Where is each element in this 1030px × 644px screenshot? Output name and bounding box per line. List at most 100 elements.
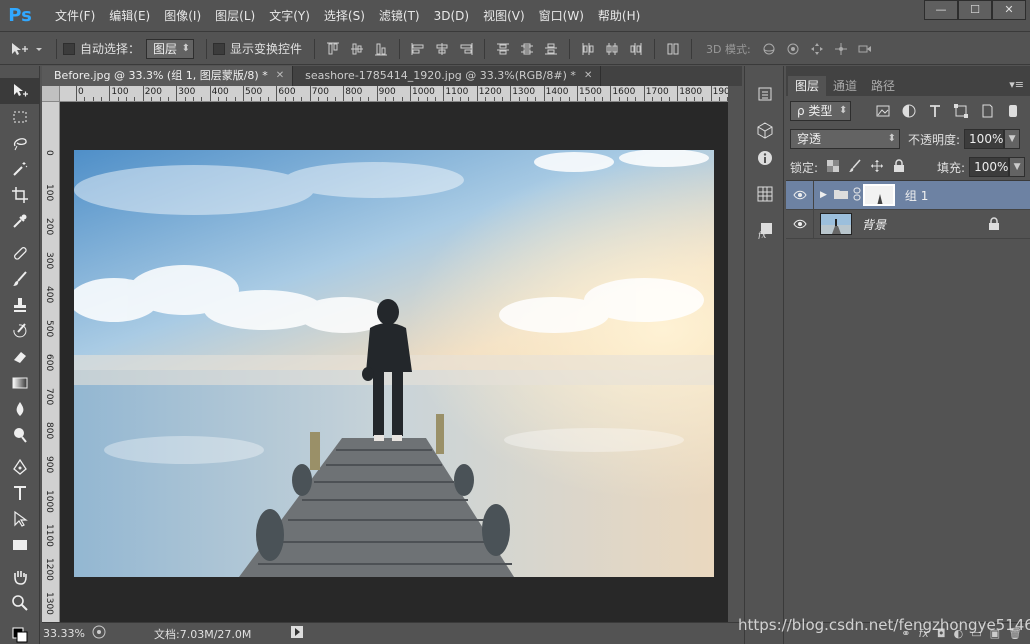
layer-name[interactable]: 组 1 xyxy=(905,187,928,204)
clone-stamp-tool-icon[interactable] xyxy=(0,292,40,318)
layer-name[interactable]: 背景 xyxy=(862,216,886,233)
eyedropper-tool-icon[interactable] xyxy=(0,208,40,234)
healing-brush-tool-icon[interactable] xyxy=(0,240,40,266)
layer-lock-icon[interactable] xyxy=(988,217,1000,234)
close-icon[interactable]: ✕ xyxy=(584,66,592,86)
history-brush-tool-icon[interactable] xyxy=(0,318,40,344)
distribute-bottom-icon[interactable] xyxy=(543,41,559,57)
restore-button[interactable]: ☐ xyxy=(958,0,992,20)
menu-edit[interactable]: 编辑(E) xyxy=(102,5,157,27)
menu-window[interactable]: 窗口(W) xyxy=(532,5,591,27)
eraser-tool-icon[interactable] xyxy=(0,344,40,370)
ruler-corner[interactable] xyxy=(42,86,60,102)
mask-link-icon[interactable] xyxy=(853,187,861,204)
magic-wand-tool-icon[interactable] xyxy=(0,156,40,182)
blur-tool-icon[interactable] xyxy=(0,396,40,422)
menu-image[interactable]: 图像(I) xyxy=(157,5,208,27)
smart-object-filter-icon[interactable] xyxy=(979,103,995,119)
doc-tab-seashore[interactable]: seashore-1785414_1920.jpg @ 33.3%(RGB/8#… xyxy=(293,66,602,86)
menu-3d[interactable]: 3D(D) xyxy=(427,5,476,27)
adjustment-filter-icon[interactable] xyxy=(901,103,917,119)
lock-all-icon[interactable] xyxy=(892,159,908,175)
crop-tool-icon[interactable] xyxy=(0,182,40,208)
history-panel-icon[interactable] xyxy=(745,80,785,108)
3d-slide-icon[interactable] xyxy=(833,41,849,57)
menu-filter[interactable]: 滤镜(T) xyxy=(372,5,427,27)
move-tool-preset-icon[interactable] xyxy=(8,41,44,57)
hand-tool-icon[interactable] xyxy=(0,564,40,590)
lock-pixels-icon[interactable] xyxy=(848,159,864,175)
expand-arrow-icon[interactable]: ▶ xyxy=(820,190,827,200)
menu-type[interactable]: 文字(Y) xyxy=(262,5,317,27)
distribute-left-icon[interactable] xyxy=(580,41,596,57)
color-swatches-icon[interactable] xyxy=(0,622,40,644)
menu-view[interactable]: 视图(V) xyxy=(476,5,532,27)
ruler-left[interactable]: 0 100 200 300 400 500 600 700 800 900 1000 1100 1200… xyxy=(42,102,60,622)
align-vcenter-icon[interactable] xyxy=(349,41,365,57)
auto-align-icon[interactable] xyxy=(665,41,681,57)
styles-panel-icon[interactable]: fx xyxy=(745,216,785,244)
3d-roll-icon[interactable] xyxy=(785,41,801,57)
opacity-arrow-icon[interactable]: ▼ xyxy=(1004,129,1021,149)
info-panel-icon[interactable] xyxy=(745,144,785,172)
shape-filter-icon[interactable] xyxy=(953,103,969,119)
menu-select[interactable]: 选择(S) xyxy=(317,5,372,27)
auto-select-dropdown[interactable]: 图层 xyxy=(146,38,195,59)
zoom-level[interactable]: 33.33% xyxy=(42,627,86,640)
marquee-tool-icon[interactable] xyxy=(0,104,40,130)
distribute-hcenter-icon[interactable] xyxy=(604,41,620,57)
swatches-panel-icon[interactable] xyxy=(745,180,785,208)
minimize-button[interactable]: — xyxy=(924,0,958,20)
show-transform-checkbox[interactable] xyxy=(213,42,226,55)
tab-paths[interactable]: 路径 xyxy=(864,76,902,96)
menu-file[interactable]: 文件(F) xyxy=(48,5,102,27)
lasso-tool-icon[interactable] xyxy=(0,130,40,156)
3d-rotate-icon[interactable] xyxy=(761,41,777,57)
layer-filter-select[interactable]: ρ 类型 xyxy=(790,101,852,121)
path-selection-tool-icon[interactable] xyxy=(0,506,40,532)
fill-arrow-icon[interactable]: ▼ xyxy=(1009,157,1026,177)
gradient-tool-icon[interactable] xyxy=(0,370,40,396)
align-right-icon[interactable] xyxy=(458,41,474,57)
lock-position-icon[interactable] xyxy=(870,159,886,175)
dodge-tool-icon[interactable] xyxy=(0,422,40,448)
filter-toggle-icon[interactable] xyxy=(1005,103,1021,119)
visibility-eye-icon[interactable] xyxy=(786,180,814,210)
layer-row-background[interactable]: 背景 xyxy=(786,209,1030,239)
rectangle-tool-icon[interactable] xyxy=(0,532,40,558)
distribute-vcenter-icon[interactable] xyxy=(519,41,535,57)
layer-mask-thumbnail[interactable] xyxy=(862,184,895,206)
blend-mode-select[interactable]: 穿透 xyxy=(790,129,900,149)
status-info-icon[interactable] xyxy=(92,625,106,642)
auto-select-checkbox[interactable] xyxy=(63,42,75,55)
panel-menu-icon[interactable]: ▾≡ xyxy=(1009,78,1024,91)
3d-panel-icon[interactable] xyxy=(745,116,785,144)
distribute-top-icon[interactable] xyxy=(495,41,511,57)
align-hcenter-icon[interactable] xyxy=(434,41,450,57)
close-button[interactable]: ✕ xyxy=(992,0,1026,20)
fill-input[interactable]: 100% xyxy=(969,157,1010,177)
doc-tab-before[interactable]: Before.jpg @ 33.3% (组 1, 图层蒙版/8) * ✕ xyxy=(42,66,294,86)
align-top-icon[interactable] xyxy=(325,41,341,57)
type-filter-icon[interactable] xyxy=(927,103,943,119)
close-icon[interactable]: ✕ xyxy=(276,66,284,86)
document-image[interactable] xyxy=(74,150,714,577)
layer-row-group[interactable]: ▶ 组 1 xyxy=(786,180,1030,210)
tab-layers[interactable]: 图层 xyxy=(788,76,827,96)
menu-layer[interactable]: 图层(L) xyxy=(208,5,262,27)
menu-help[interactable]: 帮助(H) xyxy=(591,5,647,27)
type-tool-icon[interactable] xyxy=(0,480,40,506)
zoom-tool-icon[interactable] xyxy=(0,590,40,616)
opacity-input[interactable]: 100% xyxy=(964,129,1005,149)
pen-tool-icon[interactable] xyxy=(0,454,40,480)
layer-thumbnail[interactable] xyxy=(820,213,852,235)
status-menu-arrow-icon[interactable] xyxy=(291,626,304,641)
pixel-filter-icon[interactable] xyxy=(875,103,891,119)
lock-transparent-icon[interactable] xyxy=(826,159,842,175)
visibility-eye-icon[interactable] xyxy=(786,209,814,239)
move-tool-icon[interactable] xyxy=(0,78,40,104)
3d-scale-icon[interactable] xyxy=(857,41,873,57)
align-left-icon[interactable] xyxy=(410,41,426,57)
tab-channels[interactable]: 通道 xyxy=(826,76,864,96)
distribute-right-icon[interactable] xyxy=(628,41,644,57)
